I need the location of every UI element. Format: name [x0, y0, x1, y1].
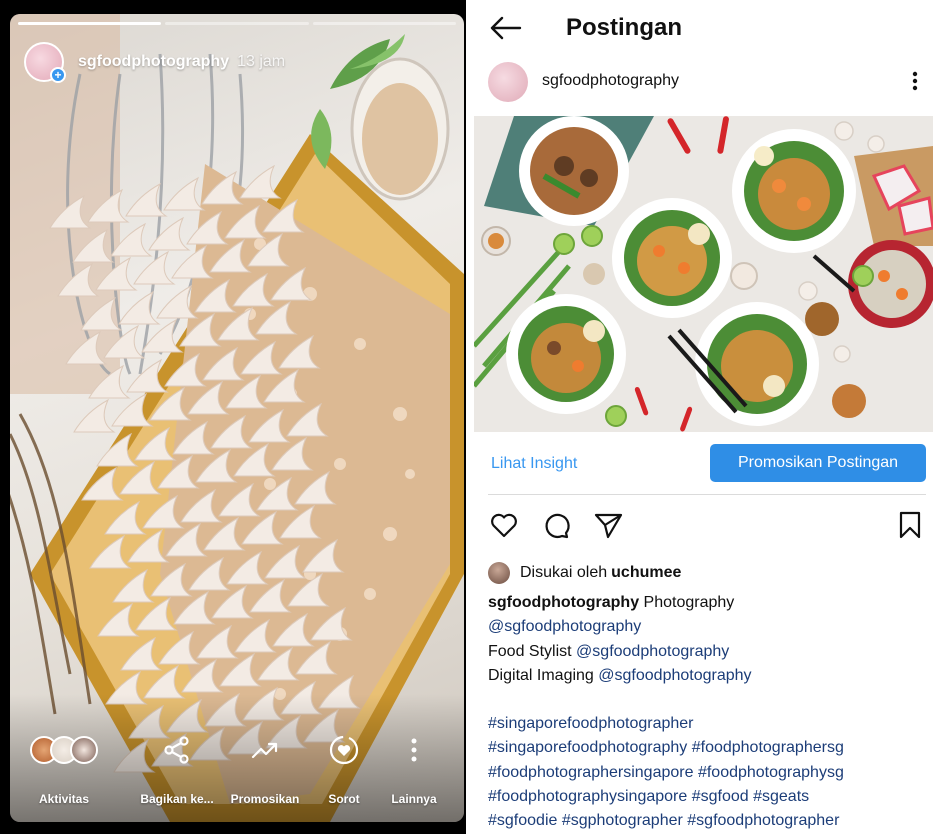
- caption-line: @sgfoodphotography: [488, 615, 928, 639]
- activity-button[interactable]: Aktivitas: [20, 730, 108, 810]
- viewer-avatar: [70, 736, 98, 764]
- caption-text: Photography: [643, 594, 735, 611]
- more-label: Lainnya: [391, 792, 437, 806]
- story-header: + sgfoodphotography 13 jam: [24, 40, 285, 84]
- dessert-photo: [10, 14, 464, 822]
- liked-by-prefix: Disukai oleh: [520, 564, 608, 581]
- like-heart-icon[interactable]: [488, 509, 520, 541]
- promote-label: Promosikan: [230, 792, 300, 806]
- food-flatlay-photo: [474, 116, 933, 432]
- share-icon: [164, 736, 189, 764]
- author-username[interactable]: sgfoodphotography: [542, 72, 679, 90]
- author-avatar[interactable]: [488, 62, 528, 102]
- activity-label: Aktivitas: [38, 792, 90, 806]
- hashtag-line[interactable]: #singaporefoodphotography #foodphotograp…: [488, 736, 928, 760]
- story-action-bar: Aktivitas Bagikan ke... Promosikan Sorot…: [10, 730, 464, 810]
- post-actions: [474, 505, 933, 545]
- caption-text: Digital Imaging: [488, 666, 594, 684]
- share-button[interactable]: Bagikan ke...: [135, 730, 219, 810]
- story-username[interactable]: sgfoodphotography: [78, 53, 229, 71]
- mention-link[interactable]: @sgfoodphotography: [598, 667, 751, 684]
- divider: [488, 494, 926, 495]
- page-title: Postingan: [566, 14, 683, 41]
- post-image[interactable]: [474, 116, 933, 432]
- progress-segment: [165, 22, 309, 25]
- mention-link[interactable]: @sgfoodphotography: [576, 643, 729, 660]
- caption-line: Food Stylist @sgfoodphotography: [488, 640, 928, 664]
- progress-segment: [18, 22, 162, 25]
- hashtag-line[interactable]: #sgfoodie #sgphotographer #sgfoodphotogr…: [488, 809, 928, 833]
- story-avatar[interactable]: +: [24, 42, 66, 83]
- liked-by[interactable]: Disukai oleh uchumee: [488, 560, 681, 586]
- highlight-heart-icon: [329, 735, 359, 765]
- highlight-button[interactable]: Sorot: [312, 730, 376, 810]
- caption-text: Food Stylist: [488, 642, 572, 660]
- progress-fill: [18, 22, 162, 25]
- post-caption: sgfoodphotography Photography @sgfoodpho…: [488, 591, 928, 834]
- hashtag-line[interactable]: #foodphotographysingapore #sgfood #sgeat…: [488, 785, 928, 809]
- insight-row: Lihat Insight Promosikan Postingan: [474, 442, 933, 486]
- more-story-button[interactable]: Lainnya: [382, 730, 446, 810]
- send-icon[interactable]: [592, 509, 624, 541]
- liked-by-user[interactable]: uchumee: [611, 564, 681, 582]
- story-image[interactable]: [10, 14, 464, 822]
- hashtag-line[interactable]: #singaporefoodphotographer: [488, 712, 928, 736]
- highlight-label: Sorot: [328, 792, 360, 806]
- view-insights-link[interactable]: Lihat Insight: [491, 455, 577, 473]
- post-top-bar: Postingan: [474, 0, 933, 52]
- comment-icon[interactable]: [540, 509, 572, 541]
- back-arrow-icon[interactable]: [490, 16, 522, 40]
- more-vertical-icon[interactable]: [911, 70, 919, 92]
- post-author-row: sgfoodphotography: [474, 60, 933, 104]
- share-label: Bagikan ke...: [140, 792, 214, 806]
- story-timestamp: 13 jam: [237, 53, 286, 70]
- add-story-icon[interactable]: +: [50, 67, 66, 83]
- liker-avatar: [488, 562, 510, 584]
- mention-link[interactable]: @sgfoodphotography: [488, 618, 641, 635]
- trending-up-icon: [251, 742, 278, 759]
- caption-username[interactable]: sgfoodphotography: [488, 594, 639, 611]
- promote-story-button[interactable]: Promosikan: [224, 730, 306, 810]
- save-bookmark-icon[interactable]: [894, 509, 926, 541]
- post-screen: Postingan sgfoodphotography Lihat Insigh…: [474, 0, 933, 834]
- hashtag-line[interactable]: #foodphotographersingapore #foodphotogra…: [488, 761, 928, 785]
- story-viewer: + sgfoodphotography 13 jam Aktivitas Bag…: [0, 0, 466, 834]
- caption-line: sgfoodphotography Photography: [488, 591, 928, 615]
- progress-segment: [312, 22, 456, 25]
- viewer-avatars: [30, 736, 98, 764]
- story-progress: [18, 22, 456, 25]
- caption-line: Digital Imaging @sgfoodphotography: [488, 664, 928, 688]
- more-vertical-icon: [411, 738, 417, 762]
- promote-post-button[interactable]: Promosikan Postingan: [710, 444, 926, 482]
